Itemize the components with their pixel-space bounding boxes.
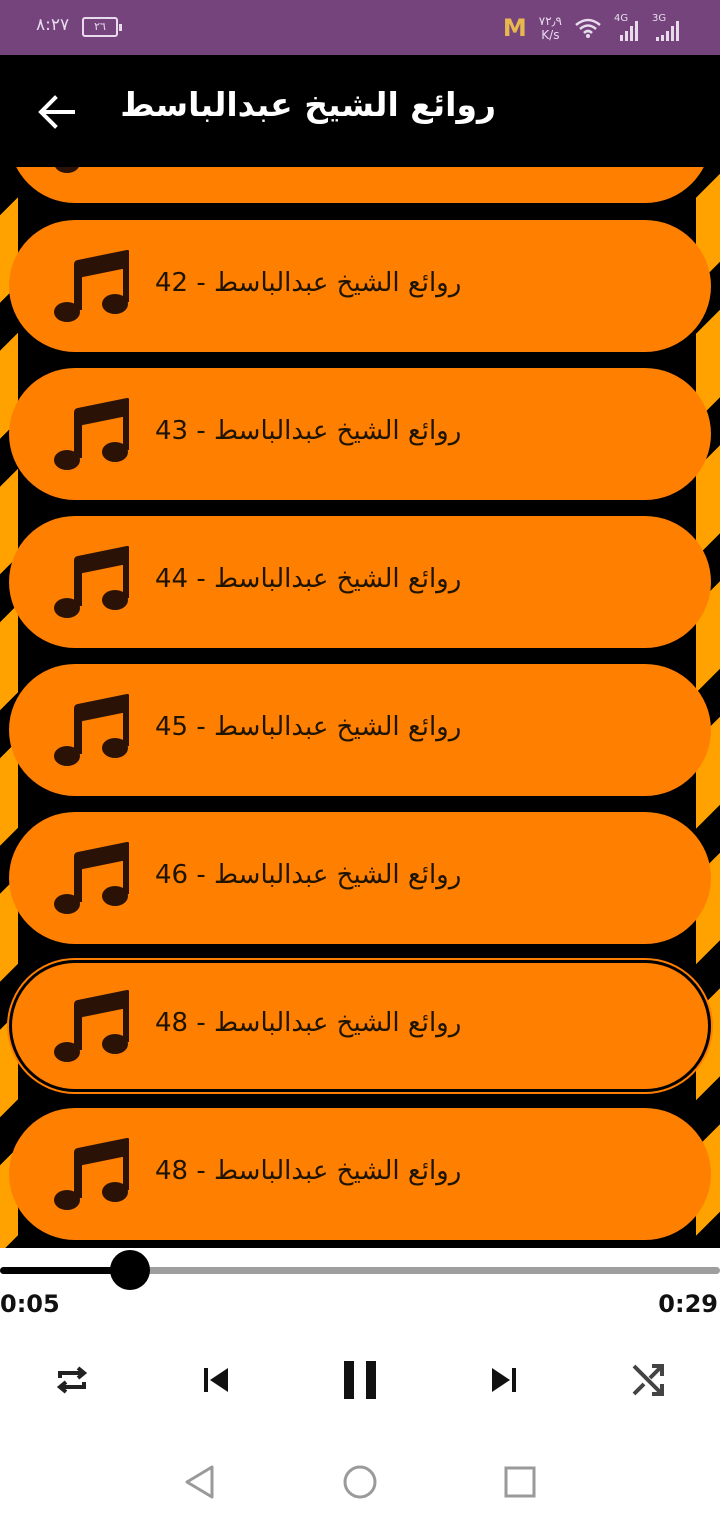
track-label: روائع الشيخ عبدالباسط - 45 — [155, 712, 462, 742]
pause-button[interactable] — [328, 1356, 392, 1404]
track-item[interactable]: روائع الشيخ عبدالباسط - 43 — [9, 368, 711, 500]
nav-back-button[interactable] — [176, 1458, 224, 1506]
track-label: روائع الشيخ عبدالباسط - 48 — [155, 1008, 462, 1038]
music-note-icon — [51, 842, 131, 920]
music-note-icon — [51, 546, 131, 624]
nav-back-icon — [185, 1465, 214, 1499]
signal-2: 3G — [652, 13, 682, 43]
track-list[interactable]: روائع الشيخ عبدالباسط - 41 روائع الشيخ عب… — [0, 167, 720, 1248]
skip-next-icon — [492, 1368, 516, 1392]
duration: 0:29 — [658, 1290, 718, 1318]
music-note-icon — [51, 694, 131, 772]
music-note-icon — [51, 250, 131, 328]
battery-level: ٢٦ — [94, 20, 106, 33]
previous-button[interactable] — [184, 1356, 248, 1404]
signal-bars-icon — [656, 21, 679, 41]
player-panel: 0:05 0:29 — [0, 1248, 720, 1440]
pause-icon — [344, 1361, 376, 1399]
track-label: روائع الشيخ عبدالباسط - 48 — [155, 1156, 462, 1186]
track-item[interactable]: روائع الشيخ عبدالباسط - 48 — [9, 1108, 711, 1240]
track-item[interactable]: روائع الشيخ عبدالباسط - 45 — [9, 664, 711, 796]
page-title: روائع الشيخ عبدالباسط — [120, 85, 496, 124]
music-note-icon — [51, 990, 131, 1068]
signal-bars-icon — [620, 21, 638, 41]
nav-home-button[interactable] — [336, 1458, 384, 1506]
app-notification-icon: M — [502, 14, 527, 42]
seek-thumb[interactable] — [109, 1250, 150, 1290]
shuffle-button[interactable] — [616, 1356, 680, 1404]
nav-home-icon — [343, 1465, 377, 1499]
battery-icon: ٢٦ — [82, 17, 122, 37]
track-item[interactable]: روائع الشيخ عبدالباسط - 46 — [9, 812, 711, 944]
screen: ٨:٢٧ ٢٦ M ٧٢٫٩ K/s 4G 3G روائع الشيخ عبد… — [0, 0, 720, 1520]
music-note-icon — [51, 398, 131, 476]
nav-recents-button[interactable] — [496, 1458, 544, 1506]
network-speed-value: ٧٢٫٩ — [538, 14, 562, 28]
track-label: روائع الشيخ عبدالباسط - 44 — [155, 564, 462, 594]
app-bar: روائع الشيخ عبدالباسط — [0, 55, 720, 167]
music-note-icon — [51, 1138, 131, 1216]
network-speed: ٧٢٫٩ K/s — [539, 14, 562, 42]
track-label: روائع الشيخ عبدالباسط - 43 — [155, 416, 462, 446]
status-indicators: M ٧٢٫٩ K/s 4G 3G — [503, 8, 682, 48]
skip-previous-icon — [204, 1368, 228, 1392]
track-item[interactable]: روائع الشيخ عبدالباسط - 41 — [9, 167, 711, 203]
track-label: روائع الشيخ عبدالباسط - 42 — [155, 268, 462, 298]
music-note-icon — [51, 167, 129, 179]
nav-recents-icon — [504, 1466, 536, 1498]
track-item[interactable]: روائع الشيخ عبدالباسط - 42 — [9, 220, 711, 352]
status-time: ٨:٢٧ — [36, 15, 70, 35]
track-item[interactable]: روائع الشيخ عبدالباسط - 44 — [9, 516, 711, 648]
wifi-icon — [575, 18, 601, 38]
current-time: 0:05 — [0, 1290, 60, 1318]
status-bar: ٨:٢٧ ٢٦ M ٧٢٫٩ K/s 4G 3G — [0, 0, 720, 55]
shuffle-icon — [632, 1364, 664, 1396]
back-button[interactable] — [26, 82, 86, 142]
repeat-icon — [56, 1366, 88, 1394]
arrow-back-icon — [38, 95, 75, 129]
next-button[interactable] — [472, 1356, 536, 1404]
navigation-bar — [0, 1440, 720, 1520]
track-label: روائع الشيخ عبدالباسط - 46 — [155, 860, 462, 890]
track-item[interactable]: روائع الشيخ عبدالباسط - 48 — [9, 960, 711, 1092]
seek-bar[interactable] — [0, 1250, 720, 1290]
network-speed-unit: K/s — [541, 28, 560, 42]
signal-1: 4G — [614, 13, 640, 43]
repeat-button[interactable] — [40, 1356, 104, 1404]
